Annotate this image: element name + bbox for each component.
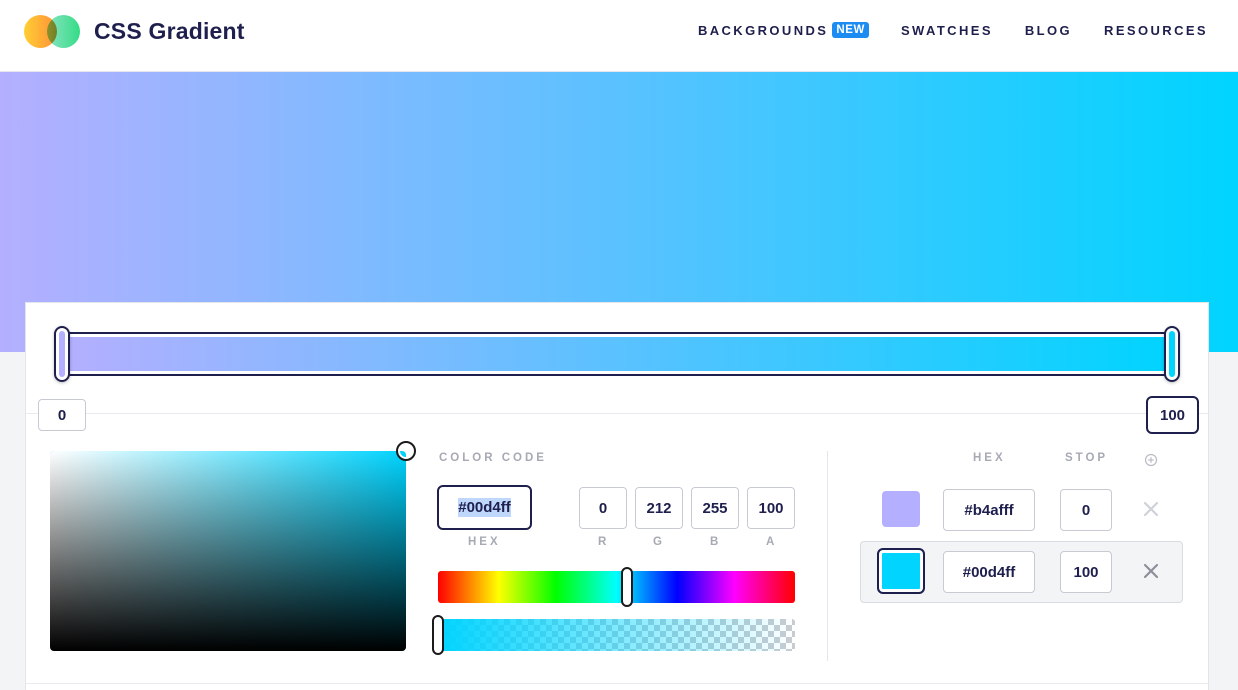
plus-circle-icon[interactable] xyxy=(1144,453,1158,467)
top-navigation-bar: CSS Gradient BACKGROUNDS NEW SWATCHES BL… xyxy=(0,0,1238,72)
hex-column-header: HEX xyxy=(973,452,1006,464)
logo-icon[interactable] xyxy=(24,15,82,49)
stop-color-swatch-active[interactable] xyxy=(877,548,925,594)
close-icon[interactable] xyxy=(1141,561,1161,581)
stop-position-input-active[interactable]: 100 xyxy=(1060,551,1112,593)
new-badge: NEW xyxy=(832,22,869,38)
r-label: R xyxy=(598,536,610,548)
hex-input-value: #00d4ff xyxy=(458,498,511,517)
stop-column-header: STOP xyxy=(1065,452,1109,464)
picker-cursor[interactable] xyxy=(396,441,416,461)
stop-hex-input[interactable]: #b4afff xyxy=(943,489,1035,531)
alpha-slider[interactable] xyxy=(438,619,795,651)
stop-position-input-start[interactable]: 0 xyxy=(38,399,86,431)
nav-backgrounds-label: BACKGROUNDS xyxy=(697,22,829,38)
a-label: A xyxy=(766,536,778,548)
nav-backgrounds[interactable]: BACKGROUNDS NEW xyxy=(698,22,869,38)
main-nav: BACKGROUNDS NEW SWATCHES BLOG RESOURCES xyxy=(666,22,1208,38)
gradient-bar[interactable] xyxy=(57,332,1179,376)
stop-color-swatch[interactable] xyxy=(882,491,920,527)
stop-hex-input-active[interactable]: #00d4ff xyxy=(943,551,1035,593)
green-input[interactable]: 212 xyxy=(635,487,683,529)
stop-position-input[interactable]: 0 xyxy=(1060,489,1112,531)
nav-swatches[interactable]: SWATCHES xyxy=(901,23,993,38)
nav-blog[interactable]: BLOG xyxy=(1025,23,1072,38)
stop-handle-start[interactable] xyxy=(54,326,70,382)
hex-input[interactable]: #00d4ff xyxy=(437,485,532,530)
red-input[interactable]: 0 xyxy=(579,487,627,529)
gradient-bar-fill[interactable] xyxy=(62,337,1174,371)
g-label: G xyxy=(653,536,665,548)
divider xyxy=(26,413,1208,414)
saturation-value-picker[interactable] xyxy=(50,451,406,651)
gradient-editor-panel: 0 100 COLOR CODE #00d4ff HEX 0 212 255 1… xyxy=(25,302,1209,690)
blue-input[interactable]: 255 xyxy=(691,487,739,529)
close-icon[interactable] xyxy=(1141,499,1161,519)
brand-name[interactable]: CSS Gradient xyxy=(94,18,245,45)
b-label: B xyxy=(710,536,722,548)
stop-position-input-end[interactable]: 100 xyxy=(1146,396,1199,434)
stop-handle-end[interactable] xyxy=(1164,326,1180,382)
nav-resources[interactable]: RESOURCES xyxy=(1104,23,1208,38)
alpha-slider-thumb[interactable] xyxy=(432,615,444,655)
hue-slider-thumb[interactable] xyxy=(621,567,634,607)
column-divider xyxy=(827,451,828,661)
color-code-label: COLOR CODE xyxy=(439,452,547,464)
hue-slider[interactable] xyxy=(438,571,795,603)
divider xyxy=(26,683,1208,684)
alpha-input[interactable]: 100 xyxy=(747,487,795,529)
hex-label: HEX xyxy=(468,536,501,548)
